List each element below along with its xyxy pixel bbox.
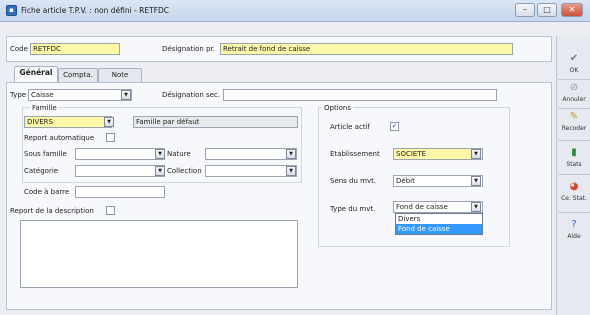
type-label: Type — [10, 91, 27, 99]
ce-stat-button[interactable]: ◕ Ce. Stat. — [558, 178, 590, 208]
article-actif-label: Article actif — [330, 123, 370, 131]
stats-button[interactable]: ▮ Stats — [558, 144, 590, 174]
cancel-button-label: Annuler — [562, 96, 586, 103]
pie-chart-icon: ◕ — [569, 181, 579, 192]
famille-description: Famille par défaut — [133, 116, 298, 128]
options-group-label: Options — [322, 104, 354, 112]
help-button[interactable]: ? Aide — [558, 216, 590, 246]
code-barre-field[interactable] — [75, 186, 165, 198]
code-label: Code — [10, 45, 28, 53]
code-barre-label: Code à barre — [24, 188, 70, 196]
type-mvt-label: Type du mvt. — [330, 205, 376, 213]
recode-button-label: Recoder — [561, 125, 587, 132]
close-button[interactable]: ✕ — [561, 3, 583, 17]
categorie-label: Catégorie — [24, 167, 59, 175]
sous-famille-label: Sous famille — [24, 150, 67, 158]
minimize-button[interactable]: – — [515, 3, 535, 17]
designation-label: Désignation pr. — [162, 45, 215, 53]
stats-button-label: Stats — [566, 161, 582, 168]
app-icon: ▪ — [6, 5, 17, 16]
type-mvt-select[interactable]: Fond de caisse — [393, 201, 483, 213]
tab-compta[interactable]: Compta. — [58, 68, 98, 82]
categorie-select[interactable] — [75, 165, 165, 177]
recode-icon: ✎ — [569, 111, 579, 122]
tab-note[interactable]: Note — [98, 68, 142, 82]
collection-label: Collection — [167, 167, 202, 175]
etablissement-select[interactable]: SOCIETE — [393, 148, 483, 160]
report-desc-textarea[interactable] — [20, 220, 298, 288]
ce-stat-button-label: Ce. Stat. — [561, 195, 587, 202]
dropdown-option-divers[interactable]: Divers — [396, 214, 482, 224]
designation-field[interactable]: Retrait de fond de caisse — [220, 43, 513, 55]
etablissement-dropdown-icon[interactable]: ▼ — [471, 149, 481, 159]
type-dropdown-icon[interactable]: ▼ — [121, 90, 131, 100]
cancel-icon: ⊘ — [569, 82, 579, 93]
nature-label: Nature — [167, 150, 191, 158]
checkmark-icon: ✔ — [569, 53, 579, 64]
sous-famille-select[interactable] — [75, 148, 165, 160]
maximize-button[interactable]: □ — [537, 3, 557, 17]
report-auto-label: Report automatique — [24, 134, 95, 142]
report-desc-label: Report de la description — [10, 207, 94, 215]
ok-button[interactable]: ✔ OK — [558, 50, 590, 80]
etablissement-label: Etablissement — [330, 150, 380, 158]
type-select[interactable]: Caisse — [28, 89, 132, 101]
designation-sec-label: Désignation sec. — [162, 91, 221, 99]
help-button-label: Aide — [567, 233, 581, 240]
report-desc-checkbox[interactable] — [106, 206, 115, 215]
report-auto-checkbox[interactable] — [106, 133, 115, 142]
collection-select[interactable] — [205, 165, 297, 177]
categorie-dropdown-icon[interactable]: ▼ — [155, 166, 165, 176]
famille-field[interactable]: DIVERS — [24, 116, 112, 128]
help-icon: ? — [571, 219, 577, 230]
tab-general[interactable]: Général — [14, 66, 58, 82]
type-value: Caisse — [31, 91, 54, 99]
nature-dropdown-icon[interactable]: ▼ — [286, 149, 296, 159]
sens-select[interactable]: Débit — [393, 175, 483, 187]
famille-group-label: Famille — [30, 104, 59, 112]
article-actif-checkbox[interactable]: ✓ — [390, 122, 399, 131]
type-mvt-dropdown-icon[interactable]: ▼ — [471, 202, 481, 212]
ok-button-label: OK — [569, 67, 579, 74]
famille-dropdown-icon[interactable]: ▼ — [104, 117, 114, 127]
toolbar-divider — [558, 212, 590, 213]
collection-dropdown-icon[interactable]: ▼ — [286, 166, 296, 176]
designation-sec-field[interactable] — [223, 89, 497, 101]
nature-select[interactable] — [205, 148, 297, 160]
stats-icon: ▮ — [571, 147, 577, 158]
toolbar-divider — [558, 140, 590, 141]
sens-dropdown-icon[interactable]: ▼ — [471, 176, 481, 186]
cancel-button[interactable]: ⊘ Annuler — [558, 79, 590, 109]
sous-famille-dropdown-icon[interactable]: ▼ — [155, 149, 165, 159]
code-field[interactable]: RETFDC — [30, 43, 120, 55]
type-mvt-dropdown-list: Divers Fond de caisse — [395, 213, 483, 235]
recode-button[interactable]: ✎ Recoder — [558, 108, 590, 138]
window-title: Fiche article T.P.V. : non défini - RETF… — [21, 6, 170, 15]
dropdown-option-fond-de-caisse[interactable]: Fond de caisse — [396, 224, 482, 234]
toolbar-divider — [558, 174, 590, 175]
sens-label: Sens du mvt. — [330, 177, 377, 185]
